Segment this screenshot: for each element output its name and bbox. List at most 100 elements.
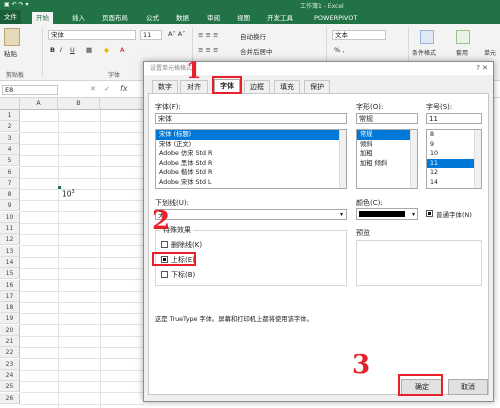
font-list-item[interactable]: Adobe 楷体 Std R [156, 168, 346, 178]
row-header[interactable]: 16 [0, 279, 20, 291]
align-left-icon[interactable]: ≡ ≡ ≡ [198, 46, 218, 54]
size-list[interactable]: 8 9 10 11 12 14 [426, 129, 482, 189]
format-table-button[interactable]: 套用 [456, 48, 468, 57]
align-top-icon[interactable]: ≡ ≡ ≡ [198, 31, 218, 39]
format-table-icon[interactable] [456, 30, 470, 44]
paste-button[interactable]: 粘贴 [4, 48, 17, 58]
row-header[interactable]: 22 [0, 347, 20, 359]
size-list-item[interactable]: 11 [427, 158, 481, 168]
size-input[interactable]: 11 [426, 113, 482, 124]
font-list-item[interactable]: Adobe 黑体 Std R [156, 159, 346, 169]
conditional-format-icon[interactable] [420, 30, 434, 44]
size-list-item[interactable]: 12 [427, 168, 481, 178]
help-icon[interactable]: ? ✕ [476, 64, 488, 72]
style-list-scrollbar[interactable] [410, 130, 417, 188]
tab-border[interactable]: 边框 [244, 80, 270, 93]
row-header[interactable]: 23 [0, 358, 20, 370]
row-header[interactable]: 13 [0, 245, 20, 257]
row-header[interactable]: 14 [0, 256, 20, 268]
style-list[interactable]: 常规 倾斜 加粗 加粗 倾斜 [356, 129, 418, 189]
row-header[interactable]: 7 [0, 177, 20, 189]
normal-font-checkbox[interactable] [426, 210, 433, 217]
row-header[interactable]: 15 [0, 268, 20, 280]
size-list-scrollbar[interactable] [474, 130, 481, 188]
cell-b8[interactable]: 103 [62, 189, 75, 199]
style-list-item[interactable]: 常规 [357, 130, 417, 140]
size-list-item[interactable]: 8 [427, 130, 481, 140]
row-header[interactable]: 18 [0, 302, 20, 314]
font-list[interactable]: 宋体 (标题) 宋体 (正文) Adobe 仿宋 Std R Adobe 黑体 … [155, 129, 347, 189]
tab-data[interactable]: 数据 [172, 12, 193, 24]
column-header-a[interactable]: A [20, 98, 58, 110]
font-list-item[interactable]: Adobe 宋体 Std L [156, 178, 346, 188]
row-header[interactable]: 26 [0, 392, 20, 404]
strikethrough-checkbox[interactable] [161, 241, 168, 248]
font-list-item[interactable]: 宋体 (正文) [156, 140, 346, 150]
font-color-icon[interactable]: A [120, 46, 124, 54]
tab-view[interactable]: 视图 [233, 12, 254, 24]
tab-insert[interactable]: 插入 [68, 12, 89, 24]
subscript-checkbox[interactable] [161, 271, 168, 278]
row-header[interactable]: 8 [0, 189, 20, 201]
number-format-box[interactable]: 文本 [332, 30, 386, 40]
font-list-scrollbar[interactable] [339, 130, 346, 188]
font-list-item[interactable]: 宋体 (标题) [156, 130, 346, 140]
size-list-item[interactable]: 10 [427, 149, 481, 159]
row-header[interactable]: 20 [0, 324, 20, 336]
tab-protection[interactable]: 保护 [304, 80, 330, 93]
cell-style-button[interactable]: 单元 [484, 48, 496, 57]
style-list-item[interactable]: 倾斜 [357, 140, 417, 150]
tab-number[interactable]: 数字 [152, 80, 178, 93]
tab-review[interactable]: 审阅 [203, 12, 224, 24]
italic-icon[interactable]: I [60, 46, 62, 54]
row-header[interactable]: 11 [0, 223, 20, 234]
font-size-box[interactable]: 11 [140, 30, 162, 40]
row-header[interactable]: 6 [0, 166, 20, 178]
tab-powerpivot[interactable]: POWERPIVOT [310, 12, 361, 24]
row-header[interactable]: 1 [0, 110, 20, 121]
tab-fill[interactable]: 填充 [274, 80, 300, 93]
enter-icon[interactable]: ✓ [104, 85, 110, 93]
conditional-format-button[interactable]: 条件格式 [412, 48, 436, 57]
name-box[interactable]: E8 [2, 85, 58, 95]
row-header[interactable]: 21 [0, 336, 20, 347]
row-header[interactable]: 17 [0, 290, 20, 302]
wrap-text-button[interactable]: 自动换行 [240, 31, 266, 41]
column-header-b[interactable]: B [58, 98, 100, 110]
fx-button[interactable]: fx [120, 84, 128, 93]
style-list-item[interactable]: 加粗 [357, 149, 417, 159]
paste-icon[interactable] [4, 28, 20, 46]
merge-center-button[interactable]: 合并后居中 [240, 46, 273, 56]
bold-icon[interactable]: B [50, 46, 55, 54]
percent-icon[interactable]: % , [334, 46, 344, 54]
row-header[interactable]: 25 [0, 381, 20, 393]
underline-icon[interactable]: U [70, 46, 75, 54]
font-name-input[interactable]: 宋体 [155, 113, 347, 124]
border-icon[interactable]: ▦ [86, 46, 92, 54]
row-header[interactable]: 2 [0, 121, 20, 133]
row-header[interactable]: 24 [0, 369, 20, 381]
font-list-item[interactable]: Adobe 仿宋 Std R [156, 149, 346, 159]
row-header[interactable]: 4 [0, 143, 20, 155]
row-header[interactable]: 10 [0, 211, 20, 223]
cancel-button[interactable]: 取消 [448, 379, 488, 395]
tab-file[interactable]: 文件 [0, 10, 21, 24]
row-header[interactable]: 3 [0, 132, 20, 144]
quick-access-icons[interactable]: ▣ ↶ ↷ ▾ [4, 1, 44, 9]
size-list-item[interactable]: 9 [427, 140, 481, 150]
tab-formulas[interactable]: 公式 [142, 12, 163, 24]
row-header[interactable]: 19 [0, 313, 20, 325]
row-header[interactable]: 9 [0, 200, 20, 212]
row-header[interactable]: 5 [0, 155, 20, 167]
column-header[interactable] [100, 98, 144, 110]
tab-page-layout[interactable]: 页面布局 [98, 12, 132, 24]
font-grow-icon[interactable]: A˄ A˅ [168, 30, 185, 38]
row-header[interactable]: 12 [0, 234, 20, 246]
font-name-box[interactable]: 宋体 [48, 30, 136, 40]
color-picker[interactable]: ▾ [356, 208, 418, 220]
underline-select[interactable]: 无 ▾ [155, 209, 347, 220]
tab-developer[interactable]: 开发工具 [263, 12, 297, 24]
style-list-item[interactable]: 加粗 倾斜 [357, 159, 417, 169]
style-input[interactable]: 常规 [356, 113, 418, 124]
cancel-icon[interactable]: ✕ [90, 85, 96, 93]
